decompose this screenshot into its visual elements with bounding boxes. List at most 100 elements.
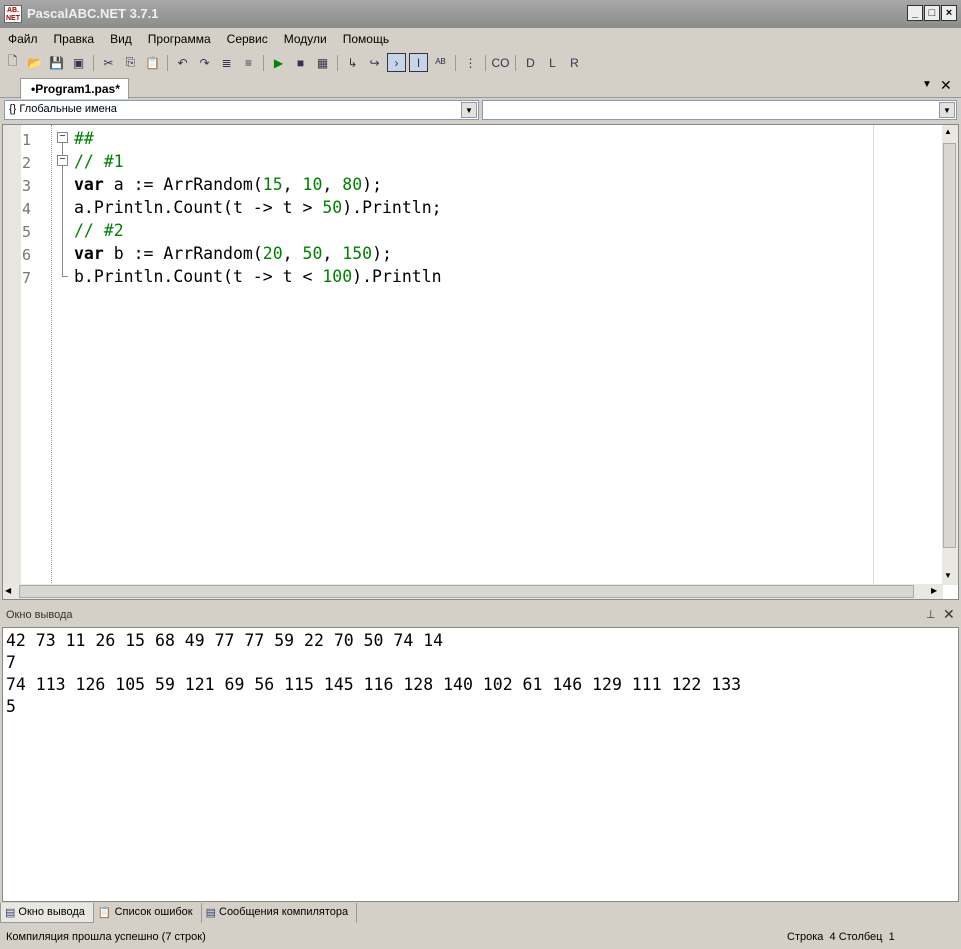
paste-icon[interactable]: 📋 xyxy=(143,53,162,72)
code-token: , xyxy=(322,244,343,263)
chevron-down-icon[interactable]: ▼ xyxy=(461,102,477,118)
code-line: var b := ArrRandom(20, 50, 150); xyxy=(74,244,392,263)
pin-icon[interactable]: ⊥ xyxy=(926,608,936,621)
tab-program1[interactable]: •Program1.pas* xyxy=(20,78,129,99)
close-tab-icon[interactable]: ✕ xyxy=(940,77,952,94)
code-token: , xyxy=(322,175,343,194)
braces-icon: {} xyxy=(9,103,17,115)
spell-icon[interactable]: ᴬᴮ xyxy=(431,53,450,72)
code-token: 50 xyxy=(302,244,323,263)
toolbar-separator xyxy=(93,54,94,71)
bottom-tab-label: Список ошибок xyxy=(114,906,193,918)
code-token: 20 xyxy=(262,244,283,263)
output-line: 74 113 126 105 59 121 69 56 115 145 116 … xyxy=(6,675,742,694)
bottom-tab-0[interactable]: ▤ Окно вывода xyxy=(0,903,94,923)
bottom-tab-1[interactable]: 📋 Список ошибок xyxy=(94,903,202,923)
status-bar: Компиляция прошла успешно (7 строк) Стро… xyxy=(0,927,961,949)
line-number: 4 xyxy=(22,200,32,218)
save-all-icon[interactable]: ▣ xyxy=(69,53,88,72)
bottom-tab-2[interactable]: ▤ Сообщения компилятора xyxy=(202,903,358,923)
line-number: 6 xyxy=(22,246,32,264)
menu-6[interactable]: Помощь xyxy=(335,28,397,46)
hscroll-thumb[interactable] xyxy=(19,585,914,598)
code-token: ## xyxy=(74,129,94,148)
scroll-up-icon[interactable]: ▲ xyxy=(944,127,952,136)
navigate-icon[interactable]: ⋮ xyxy=(461,53,480,72)
debug-icon[interactable]: ▦ xyxy=(313,53,332,72)
output-window[interactable]: 42 73 11 26 15 68 49 77 77 59 22 70 50 7… xyxy=(2,627,959,902)
code-line: b.Println.Count(t -> t < 100).Println xyxy=(74,267,442,286)
horizontal-scrollbar[interactable]: ◀ ▶ xyxy=(3,584,943,599)
output-panel-title: Окно вывода xyxy=(6,609,73,621)
menu-4[interactable]: Сервис xyxy=(219,28,276,46)
window-title: PascalABC.NET 3.7.1 xyxy=(27,6,159,21)
tab-row: ▼ ✕ xyxy=(0,76,961,98)
menu-3[interactable]: Программа xyxy=(140,28,219,46)
toggle-output-on-icon[interactable]: › xyxy=(387,53,406,72)
L-icon[interactable]: L xyxy=(543,53,562,72)
toolbar-separator xyxy=(337,54,338,71)
code-icon[interactable]: CO xyxy=(491,53,510,72)
step-over-icon[interactable]: ↪ xyxy=(365,53,384,72)
code-token: 50 xyxy=(322,198,343,217)
format2-icon[interactable]: ≡ xyxy=(239,53,258,72)
toolbar-separator xyxy=(515,54,516,71)
code-token: 10 xyxy=(302,175,323,194)
fold-toggle-icon[interactable]: − xyxy=(57,155,68,166)
bottom-tab-label: Сообщения компилятора xyxy=(219,906,349,918)
open-icon[interactable]: 📂 xyxy=(25,53,44,72)
tab-list-icon[interactable]: ▼ xyxy=(922,79,932,90)
menu-2[interactable]: Вид xyxy=(102,28,140,46)
code-line: // #1 xyxy=(74,152,124,171)
code-line: // #2 xyxy=(74,221,124,240)
menu-5[interactable]: Модули xyxy=(276,28,335,46)
scope-select[interactable]: {} Глобальные имена ▼ xyxy=(4,100,479,120)
save-icon[interactable]: 💾 xyxy=(47,53,66,72)
menu-1[interactable]: Правка xyxy=(46,28,103,46)
vertical-scrollbar[interactable]: ▲ ▼ xyxy=(942,125,958,585)
row-value: 4 xyxy=(829,931,836,943)
scroll-left-icon[interactable]: ◀ xyxy=(5,586,11,595)
copy-icon[interactable]: ⎘ xyxy=(121,53,140,72)
close-button[interactable]: × xyxy=(941,5,957,21)
tab-icon: ▤ xyxy=(205,907,216,919)
scroll-right-icon[interactable]: ▶ xyxy=(931,586,937,595)
code-editor[interactable]: 1 ## 2 // #1 3 var a := ArrRandom(15, 10, 80)… xyxy=(2,124,959,600)
chevron-down-icon[interactable]: ▼ xyxy=(939,102,955,118)
scroll-down-icon[interactable]: ▼ xyxy=(944,571,952,580)
code-token: a.Println.Count(t -> t > xyxy=(74,198,323,217)
maximize-button[interactable]: □ xyxy=(924,5,940,21)
new-file-icon[interactable]: 🗋 xyxy=(3,53,22,72)
run-icon[interactable]: ▶ xyxy=(269,53,288,72)
step-into-icon[interactable]: ↳ xyxy=(343,53,362,72)
code-token: b.Println.Count(t -> t < xyxy=(74,267,323,286)
code-token: var xyxy=(74,175,104,194)
format-icon[interactable]: ≣ xyxy=(217,53,236,72)
code-token: // #1 xyxy=(74,152,124,171)
output-panel-header: Окно вывода ⊥ ✕ xyxy=(0,606,961,626)
member-select[interactable]: ▼ xyxy=(482,100,957,120)
minimize-button[interactable]: _ xyxy=(907,5,923,21)
D-icon[interactable]: D xyxy=(521,53,540,72)
fold-toggle-icon[interactable]: − xyxy=(57,132,68,143)
code-line: ## xyxy=(74,129,94,148)
cut-icon[interactable]: ✂ xyxy=(99,53,118,72)
code-token: 15 xyxy=(262,175,283,194)
tab-icon: 📋 xyxy=(97,907,112,919)
line-number: 2 xyxy=(22,154,32,172)
title-bar: AB.NET PascalABC.NET 3.7.1 _ □ × xyxy=(0,0,961,28)
menu-0[interactable]: Файл xyxy=(0,28,46,46)
redo-icon[interactable]: ↷ xyxy=(195,53,214,72)
toolbar-separator xyxy=(263,54,264,71)
toggle-insert-on-icon[interactable]: I xyxy=(409,53,428,72)
code-token: // #2 xyxy=(74,221,124,240)
toolbar-separator xyxy=(167,54,168,71)
R-icon[interactable]: R xyxy=(565,53,584,72)
stop-icon[interactable]: ■ xyxy=(291,53,310,72)
code-line: var a := ArrRandom(15, 10, 80); xyxy=(74,175,382,194)
undo-icon[interactable]: ↶ xyxy=(173,53,192,72)
col-value: 1 xyxy=(888,931,895,943)
line-number: 3 xyxy=(22,177,32,195)
close-panel-icon[interactable]: ✕ xyxy=(943,606,955,623)
scroll-thumb[interactable] xyxy=(943,143,956,548)
